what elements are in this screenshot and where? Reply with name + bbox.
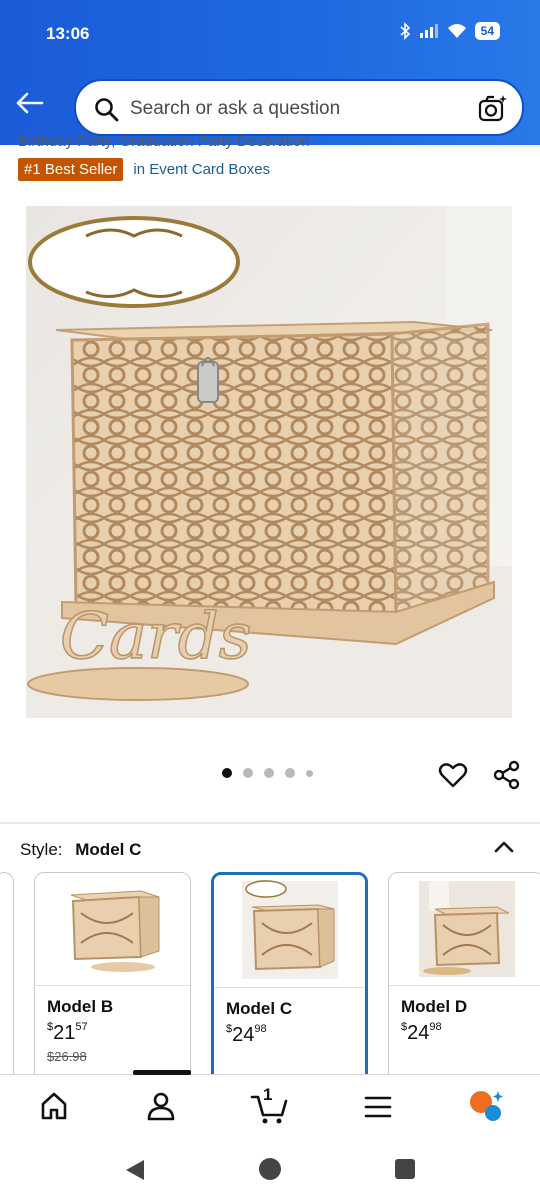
style-label: Style: [20, 840, 63, 859]
best-seller-badge: #1 Best Seller [18, 158, 124, 181]
cart-button[interactable]: 1 [250, 1085, 290, 1125]
battery-indicator: 54 [474, 22, 500, 40]
camera-search-icon[interactable] [478, 94, 508, 124]
app-header: 13:06 54 Search or ask a question [0, 0, 540, 145]
selected-style-value: Model C [75, 840, 142, 859]
share-icon[interactable] [492, 760, 522, 790]
product-page: 13:06 54 Search or ask a question Birthd… [0, 0, 540, 1200]
search-bar[interactable]: Search or ask a question [74, 79, 524, 136]
style-option-price: $2498 [401, 1021, 442, 1045]
pagination-dot[interactable] [243, 768, 253, 778]
style-option-model-c[interactable]: Model C $2498 [211, 872, 368, 1092]
style-option-name: Model D [401, 997, 468, 1016]
best-seller-row: #1 Best Seller in Event Card Boxes [18, 158, 270, 181]
swatch-divider [389, 985, 540, 986]
style-option-price: $2157 [47, 1021, 88, 1045]
style-thumbnail [389, 873, 540, 985]
menu-icon[interactable] [364, 1095, 392, 1119]
wifi-icon [447, 24, 466, 38]
style-thumbnail [214, 875, 365, 987]
back-arrow-icon[interactable] [12, 86, 46, 120]
price-whole: 21 [53, 1022, 76, 1044]
status-bar: 13:06 54 [0, 20, 540, 50]
chevron-up-icon[interactable] [492, 836, 516, 856]
category-link[interactable]: in Event Card Boxes [133, 161, 270, 178]
image-pagination [222, 768, 313, 778]
cart-count: 1 [263, 1085, 273, 1104]
price-fraction: 57 [75, 1021, 88, 1033]
price-fraction: 98 [429, 1021, 442, 1033]
system-nav-bar [0, 1144, 540, 1200]
pagination-dot[interactable] [222, 768, 232, 778]
system-home-icon[interactable] [258, 1157, 282, 1181]
style-selector-header[interactable]: Style: Model C [20, 840, 141, 860]
heart-icon[interactable] [438, 760, 468, 790]
bottom-nav: 1 [0, 1070, 540, 1144]
account-icon[interactable] [146, 1091, 176, 1121]
product-subtitle: Birthday Party, Graduation Party Decorat… [18, 133, 310, 150]
price-fraction: 98 [254, 1023, 267, 1035]
style-option-name: Model B [47, 997, 114, 1016]
price-whole: 24 [407, 1022, 430, 1044]
rufus-assistant-icon[interactable] [468, 1089, 504, 1123]
style-option-partial[interactable] [0, 872, 14, 1092]
system-back-icon[interactable] [124, 1158, 146, 1182]
style-option-model-d[interactable]: Model D $2498 [388, 872, 540, 1092]
list-price: $26.98 [47, 1049, 87, 1064]
pagination-dot[interactable] [306, 769, 313, 777]
search-icon [95, 98, 119, 122]
price-whole: 24 [232, 1024, 255, 1046]
system-recents-icon[interactable] [394, 1158, 416, 1180]
active-tab-indicator [133, 1070, 191, 1075]
swatch-divider [214, 987, 365, 988]
style-thumbnail [35, 873, 190, 985]
swatch-divider [35, 985, 190, 986]
clock: 13:06 [46, 24, 90, 43]
bluetooth-icon [400, 22, 410, 40]
pagination-dot[interactable] [264, 768, 274, 778]
style-option-price: $2498 [226, 1023, 267, 1047]
style-option-name: Model C [226, 999, 293, 1018]
cards-sign-text: Cards [59, 599, 252, 675]
status-icons: 54 [399, 22, 500, 40]
search-input[interactable]: Search or ask a question [130, 98, 340, 120]
signal-icon [419, 24, 438, 38]
section-divider [0, 822, 540, 824]
style-option-model-b[interactable]: Model B $2157 $26.98 [34, 872, 191, 1092]
pagination-dot[interactable] [285, 768, 295, 778]
product-image[interactable]: Cards [26, 206, 512, 718]
home-icon[interactable] [40, 1091, 68, 1121]
